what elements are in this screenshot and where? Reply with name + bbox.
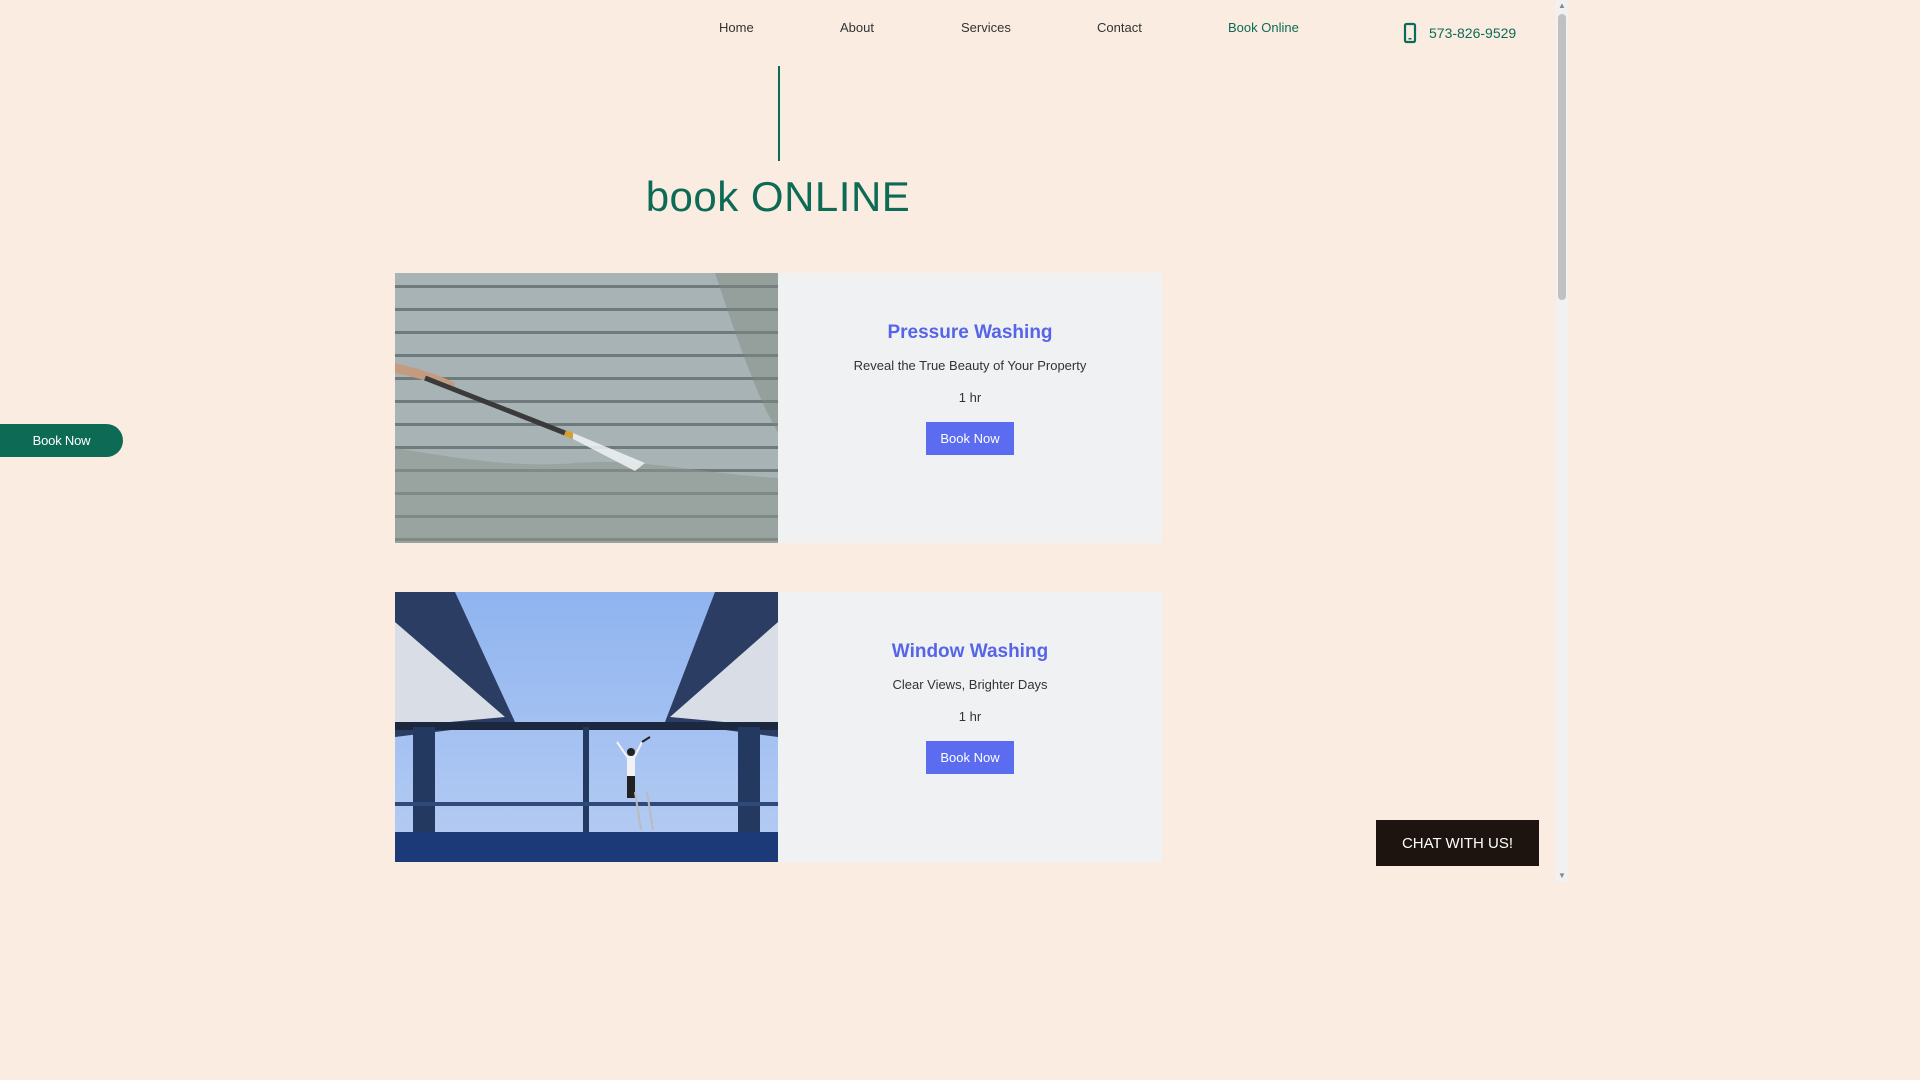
service-subtitle: Clear Views, Brighter Days	[892, 677, 1048, 692]
service-card-pressure-washing: Pressure Washing Reveal the True Beauty …	[395, 273, 1162, 543]
scroll-down-icon[interactable]: ▼	[1558, 872, 1566, 880]
service-subtitle: Reveal the True Beauty of Your Property	[853, 358, 1087, 373]
service-title[interactable]: Pressure Washing	[887, 322, 1052, 344]
nav-contact[interactable]: Contact	[1097, 20, 1142, 35]
nav-services[interactable]: Services	[961, 20, 1011, 35]
book-now-button[interactable]: Book Now	[926, 741, 1014, 774]
nav-about[interactable]: About	[840, 20, 874, 35]
scrollbar-thumb[interactable]	[1558, 14, 1566, 300]
service-card-window-washing: Window Washing Clear Views, Brighter Day…	[395, 592, 1162, 862]
decorative-divider	[778, 66, 780, 161]
service-details: Window Washing Clear Views, Brighter Day…	[778, 592, 1162, 862]
book-now-button[interactable]: Book Now	[926, 422, 1014, 455]
service-title[interactable]: Window Washing	[892, 641, 1048, 663]
scroll-up-icon[interactable]: ▲	[1558, 2, 1566, 10]
window-washing-photo	[395, 592, 778, 862]
service-duration: 1 hr	[958, 390, 982, 405]
chat-button[interactable]: CHAT WITH US!	[1376, 820, 1539, 866]
page-title: book ONLINE	[645, 173, 911, 220]
phone-icon	[1403, 22, 1417, 44]
nav-book-online[interactable]: Book Online	[1228, 20, 1299, 35]
top-navigation: Home About Services Contact Book Online …	[0, 0, 1568, 58]
service-duration: 1 hr	[958, 709, 982, 724]
phone-link[interactable]: 573-826-9529	[1403, 22, 1516, 44]
floating-book-now-button[interactable]: Book Now	[0, 424, 123, 457]
pressure-washing-photo	[395, 273, 778, 543]
scrollbar[interactable]: ▲ ▼	[1556, 0, 1568, 882]
phone-number: 573-826-9529	[1429, 25, 1517, 41]
service-details: Pressure Washing Reveal the True Beauty …	[778, 273, 1162, 543]
nav-home[interactable]: Home	[719, 20, 754, 35]
